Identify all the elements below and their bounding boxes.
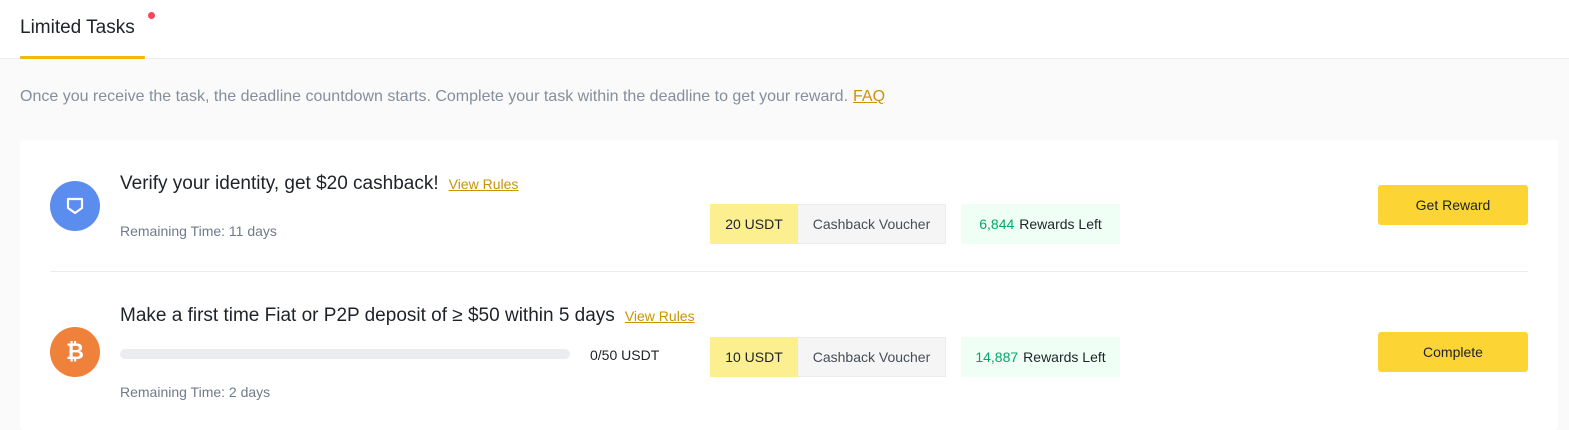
tab-limited-tasks[interactable]: Limited Tasks xyxy=(20,0,135,59)
bitcoin-icon: ₿ xyxy=(50,327,100,377)
get-reward-button[interactable]: Get Reward xyxy=(1378,185,1528,225)
task-item-verify-identity: Verify your identity, get $20 cashback! … xyxy=(20,140,1558,272)
remaining-time: Remaining Time: 11 days xyxy=(120,223,277,239)
task-title-row: Make a first time Fiat or P2P deposit of… xyxy=(120,305,695,327)
reward-type: Cashback Voucher xyxy=(798,204,946,244)
task-title: Make a first time Fiat or P2P deposit of… xyxy=(120,305,615,326)
rewards-left-badge: 6,844 Rewards Left xyxy=(961,204,1120,244)
reward-amount: 10 USDT xyxy=(710,337,798,377)
intro-description: Once you receive the task, the deadline … xyxy=(20,88,849,105)
reward-type: Cashback Voucher xyxy=(798,337,946,377)
top-tab-bar: Limited Tasks xyxy=(0,0,1569,59)
task-list-card: Verify your identity, get $20 cashback! … xyxy=(20,140,1558,430)
view-rules-link[interactable]: View Rules xyxy=(449,176,519,192)
task-title-row: Verify your identity, get $20 cashback! … xyxy=(120,173,518,195)
complete-button[interactable]: Complete xyxy=(1378,332,1528,372)
rewards-left-count: 14,887 xyxy=(975,349,1019,365)
intro-text: Once you receive the task, the deadline … xyxy=(20,88,885,106)
rewards-left-label: Rewards Left xyxy=(1023,349,1106,365)
rewards-left-badge: 14,887 Rewards Left xyxy=(961,337,1120,377)
notification-dot xyxy=(148,12,155,19)
task-item-first-deposit: ₿ Make a first time Fiat or P2P deposit … xyxy=(20,272,1558,404)
reward-amount: 20 USDT xyxy=(710,204,798,244)
shield-icon xyxy=(50,181,100,231)
rewards-left-label: Rewards Left xyxy=(1019,216,1102,232)
reward-voucher: 20 USDT Cashback Voucher xyxy=(710,204,946,244)
faq-link[interactable]: FAQ xyxy=(853,88,885,105)
view-rules-link[interactable]: View Rules xyxy=(625,308,695,324)
remaining-time: Remaining Time: 2 days xyxy=(120,384,271,400)
rewards-left-count: 6,844 xyxy=(979,216,1015,232)
reward-voucher: 10 USDT Cashback Voucher xyxy=(710,337,946,377)
task-title: Verify your identity, get $20 cashback! xyxy=(120,173,439,194)
deposit-progress-bar xyxy=(120,349,570,359)
active-tab-indicator xyxy=(20,56,145,59)
progress-text: 0/50 USDT xyxy=(590,347,660,363)
